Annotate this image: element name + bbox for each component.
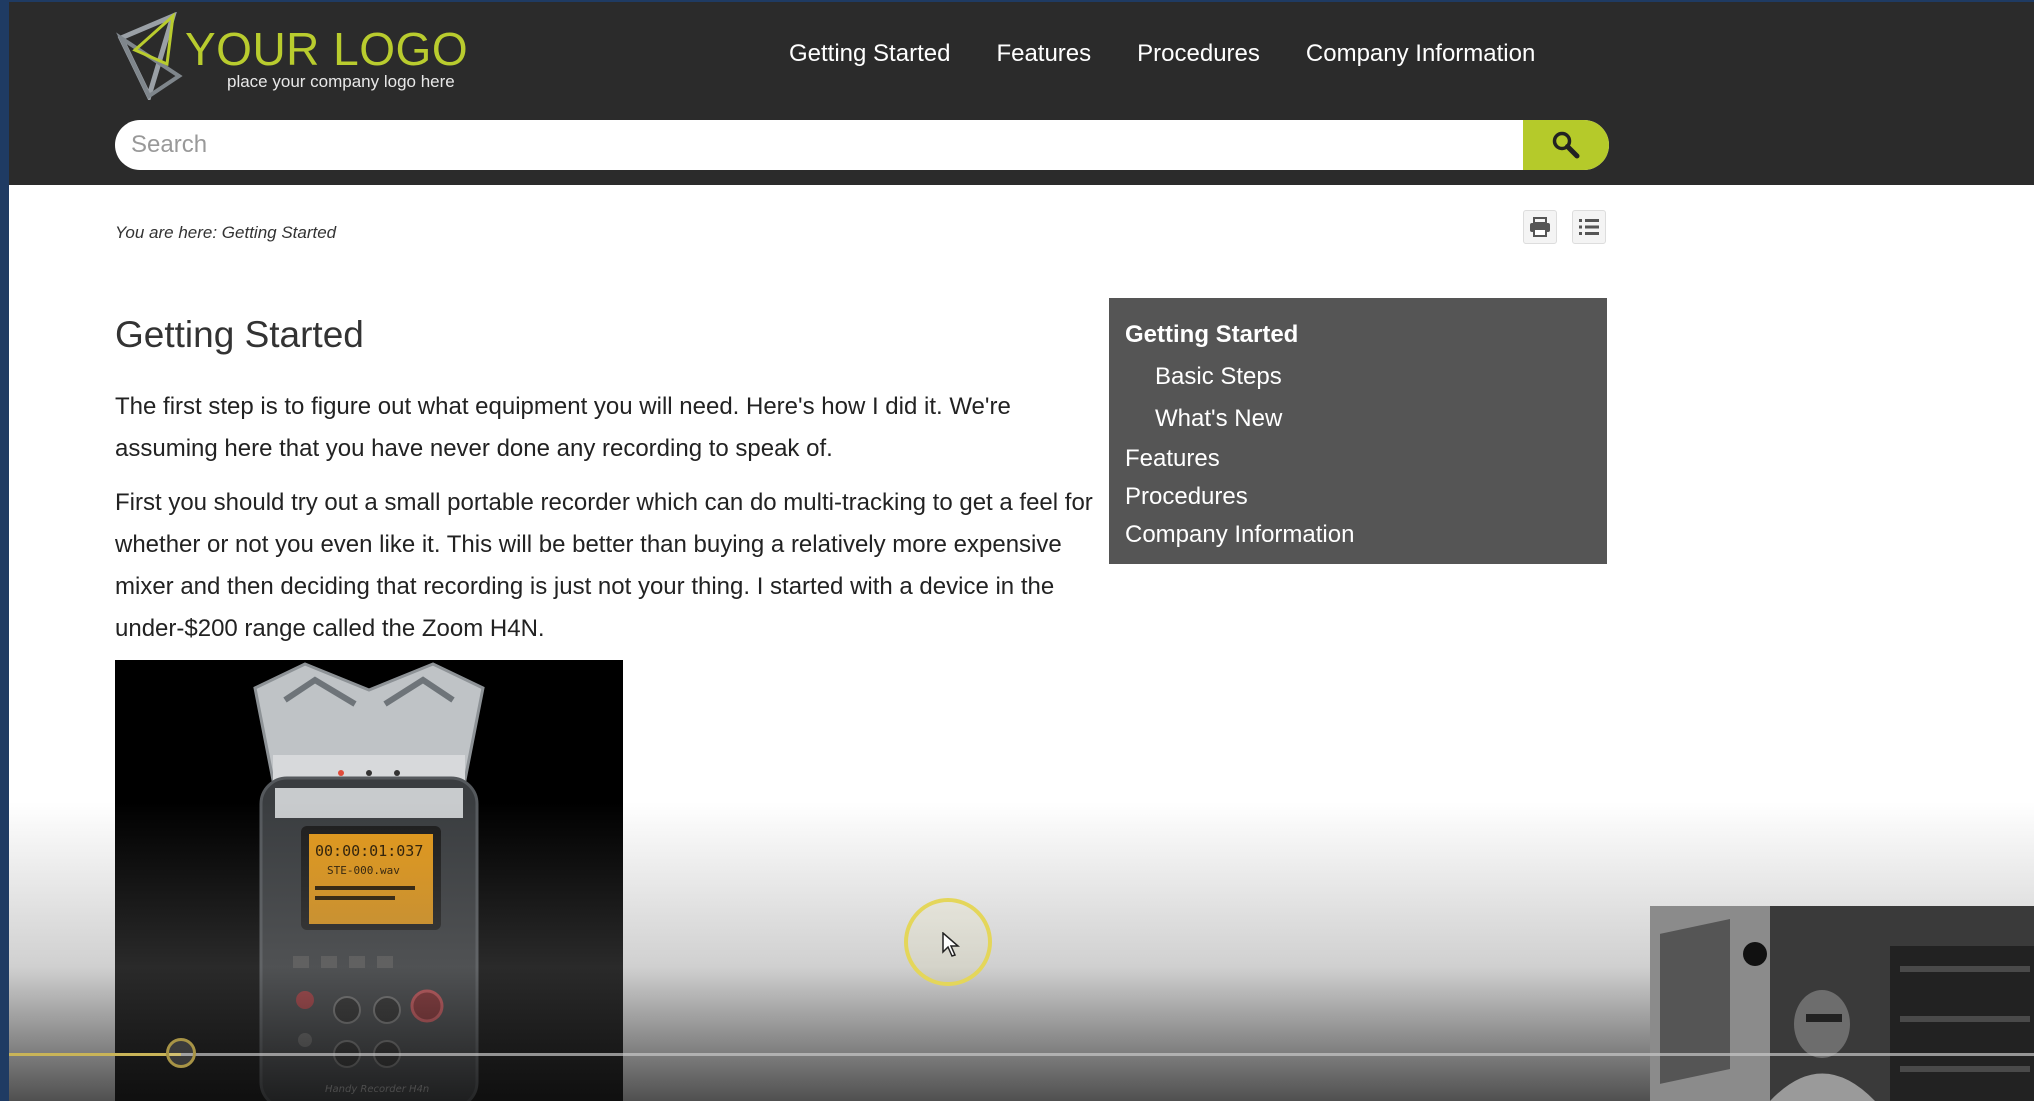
page: YOUR LOGO place your company logo here G… (9, 2, 2034, 1101)
presenter-video (1650, 906, 2034, 1101)
nav-item-features[interactable]: Features (996, 40, 1091, 68)
intro-paragraph: The first step is to figure out what equ… (115, 393, 1011, 462)
page-title: Getting Started (115, 314, 364, 355)
print-icon (1530, 217, 1550, 237)
logo-title: YOUR LOGO (185, 23, 469, 75)
search-icon (1552, 131, 1580, 159)
search-bar (115, 120, 1609, 170)
cursor-highlight (904, 898, 992, 986)
webcam-overlay (1650, 906, 2034, 1101)
logo-tagline: place your company logo here (227, 72, 455, 91)
recorder-time: 00:00:01:037 (315, 842, 423, 860)
video-seek-bar[interactable] (9, 1053, 2034, 1056)
logo[interactable]: YOUR LOGO place your company logo here (115, 12, 495, 102)
toc-toggle-button[interactable] (1572, 210, 1606, 244)
toc-item-basic-steps[interactable]: Basic Steps (1109, 356, 1607, 398)
toc-panel: Getting Started Basic Steps What's New F… (1109, 298, 1607, 564)
breadcrumb: You are here: Getting Started (115, 223, 337, 242)
search-button[interactable] (1523, 120, 1609, 170)
list-icon (1579, 219, 1599, 235)
recorder-image: 00:00:01:037 STE-000.wav Handy Recorder … (115, 660, 623, 1101)
nav-item-procedures[interactable]: Procedures (1137, 40, 1260, 68)
site-header: YOUR LOGO place your company logo here G… (9, 2, 2034, 185)
print-button[interactable] (1523, 210, 1557, 244)
nav-item-getting-started[interactable]: Getting Started (789, 40, 950, 68)
search-input[interactable] (115, 120, 1505, 170)
video-seek-handle[interactable] (166, 1038, 197, 1068)
toc-item-whats-new[interactable]: What's New (1109, 398, 1607, 440)
toc-item-procedures[interactable]: Procedures (1109, 478, 1607, 516)
zoom-h4n-illustration: 00:00:01:037 STE-000.wav Handy Recorder … (253, 662, 485, 1101)
nav-item-company-information[interactable]: Company Information (1306, 40, 1535, 68)
video-progress-fill (9, 1053, 182, 1056)
body-paragraph: First you should try out a small portabl… (115, 489, 1093, 642)
mouse-pointer-icon (942, 932, 960, 957)
toc-item-getting-started[interactable]: Getting Started (1109, 316, 1607, 356)
recorder-file: STE-000.wav (327, 864, 400, 877)
toc-item-company-information[interactable]: Company Information (1109, 516, 1607, 554)
main-nav: Getting Started Features Procedures Comp… (789, 40, 1581, 68)
logo-mark-icon (116, 12, 183, 100)
recorder-brand: Handy Recorder H4n (325, 1084, 429, 1095)
toc-item-features[interactable]: Features (1109, 440, 1607, 478)
